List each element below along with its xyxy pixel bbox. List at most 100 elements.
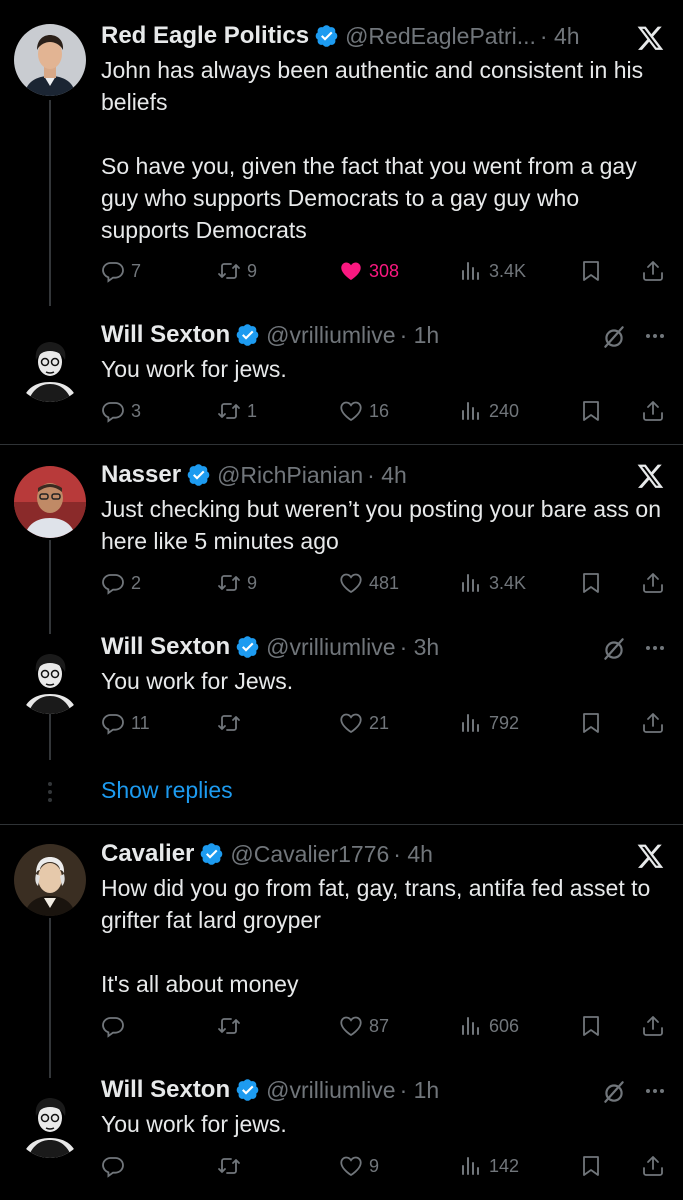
like-button[interactable]: 481 — [339, 568, 399, 598]
repost-button[interactable]: 9 — [217, 256, 257, 286]
more-options-icon[interactable] — [643, 636, 667, 660]
reply-button[interactable] — [101, 1151, 125, 1181]
repost-count: 1 — [247, 400, 258, 421]
tweet-header: Nasser @RichPianian · 4h — [101, 459, 683, 491]
author-name[interactable]: Cavalier — [101, 840, 194, 868]
tweet-header: Red Eagle Politics @RedEaglePatri... · 4… — [101, 20, 683, 52]
views-button[interactable]: 240 — [459, 396, 519, 426]
author-handle[interactable]: @Cavalier1776 — [230, 841, 389, 868]
reply-button[interactable] — [101, 1011, 125, 1041]
avatar[interactable] — [14, 330, 86, 402]
like-button[interactable]: 87 — [339, 1011, 389, 1041]
author-name[interactable]: Nasser — [101, 461, 181, 489]
share-button[interactable] — [641, 256, 665, 286]
tweet[interactable]: Cavalier @Cavalier1776 · 4h How did you … — [0, 824, 683, 1056]
tweet-text: You work for Jews. — [101, 668, 294, 694]
bookmark-button[interactable] — [579, 708, 603, 738]
author-name[interactable]: Will Sexton — [101, 633, 230, 661]
views-icon — [459, 571, 483, 595]
views-button[interactable]: 142 — [459, 1151, 519, 1181]
share-button[interactable] — [641, 396, 665, 426]
tweet-time[interactable]: · 4h — [367, 462, 407, 489]
like-button[interactable]: 21 — [339, 708, 389, 738]
tweet-text: You work for jews. — [101, 356, 287, 382]
like-button[interactable]: 308 — [339, 256, 399, 286]
reply-button[interactable]: 2 — [101, 568, 141, 598]
views-button[interactable]: 3.4K — [459, 568, 526, 598]
bookmark-button[interactable] — [579, 568, 603, 598]
tweet-header: Cavalier @Cavalier1776 · 4h — [101, 838, 683, 870]
heart-icon — [339, 711, 363, 735]
author-name[interactable]: Will Sexton — [101, 1076, 230, 1104]
tweet-actions: 3 1 16 240 — [101, 396, 671, 426]
tweet-actions: 7 9 308 3.4K — [101, 256, 671, 286]
avatar[interactable] — [14, 24, 86, 96]
bookmark-button[interactable] — [579, 396, 603, 426]
reply-icon — [101, 259, 125, 283]
tweet[interactable]: Nasser @RichPianian · 4h Just checking b… — [0, 444, 683, 616]
author-handle[interactable]: @vrilliumlive — [266, 322, 395, 349]
views-button[interactable]: 606 — [459, 1011, 519, 1041]
author-name[interactable]: Will Sexton — [101, 321, 230, 349]
views-icon — [459, 259, 483, 283]
avatar[interactable] — [14, 844, 86, 916]
mute-icon[interactable] — [601, 324, 627, 350]
show-replies-link[interactable]: Show replies — [101, 777, 233, 804]
verified-badge-icon — [315, 24, 339, 48]
bookmark-button[interactable] — [579, 256, 603, 286]
tweet[interactable]: Will Sexton @vrilliumlive · 1h You work … — [0, 300, 683, 444]
author-handle[interactable]: @vrilliumlive — [266, 1077, 395, 1104]
tweet-time[interactable]: · 4h — [540, 23, 580, 50]
tweet-time[interactable]: · 4h — [393, 841, 433, 868]
avatar[interactable] — [14, 642, 86, 714]
tweet[interactable]: Red Eagle Politics @RedEaglePatri... · 4… — [0, 0, 683, 300]
repost-button[interactable]: 1 — [217, 396, 257, 426]
more-options-icon[interactable] — [643, 1079, 667, 1103]
author-name[interactable]: Red Eagle Politics — [101, 22, 309, 50]
share-button[interactable] — [641, 568, 665, 598]
share-button[interactable] — [641, 708, 665, 738]
reply-count: 2 — [131, 572, 142, 593]
author-handle[interactable]: @vrilliumlive — [266, 634, 395, 661]
repost-button[interactable]: 9 — [217, 568, 257, 598]
views-button[interactable]: 3.4K — [459, 256, 526, 286]
view-count: 240 — [489, 400, 520, 421]
more-options-icon[interactable] — [643, 324, 667, 348]
verified-badge-icon — [236, 323, 260, 347]
repost-button[interactable] — [217, 708, 241, 738]
mute-icon[interactable] — [601, 1079, 627, 1105]
like-button[interactable]: 16 — [339, 396, 389, 426]
share-button[interactable] — [641, 1011, 665, 1041]
tweet-time[interactable]: · 1h — [400, 322, 440, 349]
tweet-header: Will Sexton @vrilliumlive · 3h — [101, 631, 683, 663]
like-button[interactable]: 9 — [339, 1151, 379, 1181]
bookmark-button[interactable] — [579, 1151, 603, 1181]
tweet[interactable]: Will Sexton @vrilliumlive · 3h You work … — [0, 612, 683, 756]
repost-icon — [217, 711, 241, 735]
mute-icon[interactable] — [601, 636, 627, 662]
bookmark-icon — [579, 1014, 603, 1038]
x-logo-icon — [637, 842, 665, 870]
views-button[interactable]: 792 — [459, 708, 519, 738]
avatar[interactable] — [14, 1086, 86, 1158]
tweet-time[interactable]: · 3h — [400, 634, 440, 661]
tweet-header: Will Sexton @vrilliumlive · 1h — [101, 1074, 683, 1106]
like-count: 87 — [369, 1015, 390, 1036]
tweet-time[interactable]: · 1h — [400, 1077, 440, 1104]
repost-button[interactable] — [217, 1011, 241, 1041]
avatar[interactable] — [14, 466, 86, 538]
bookmark-button[interactable] — [579, 1011, 603, 1041]
repost-button[interactable] — [217, 1151, 241, 1181]
tweet-actions: 2 9 481 3.4K — [101, 568, 671, 598]
repost-icon — [217, 259, 241, 283]
reply-button[interactable]: 7 — [101, 256, 141, 286]
tweet-text: You work for jews. — [101, 1111, 287, 1137]
author-handle[interactable]: @RichPianian — [217, 462, 363, 489]
tweet[interactable]: Will Sexton @vrilliumlive · 1h You work … — [0, 1056, 683, 1200]
tweet-actions: 9 142 — [101, 1151, 671, 1181]
reply-button[interactable]: 11 — [101, 708, 150, 738]
reply-button[interactable]: 3 — [101, 396, 141, 426]
share-button[interactable] — [641, 1151, 665, 1181]
like-count: 16 — [369, 400, 390, 421]
author-handle[interactable]: @RedEaglePatri... — [345, 23, 536, 50]
